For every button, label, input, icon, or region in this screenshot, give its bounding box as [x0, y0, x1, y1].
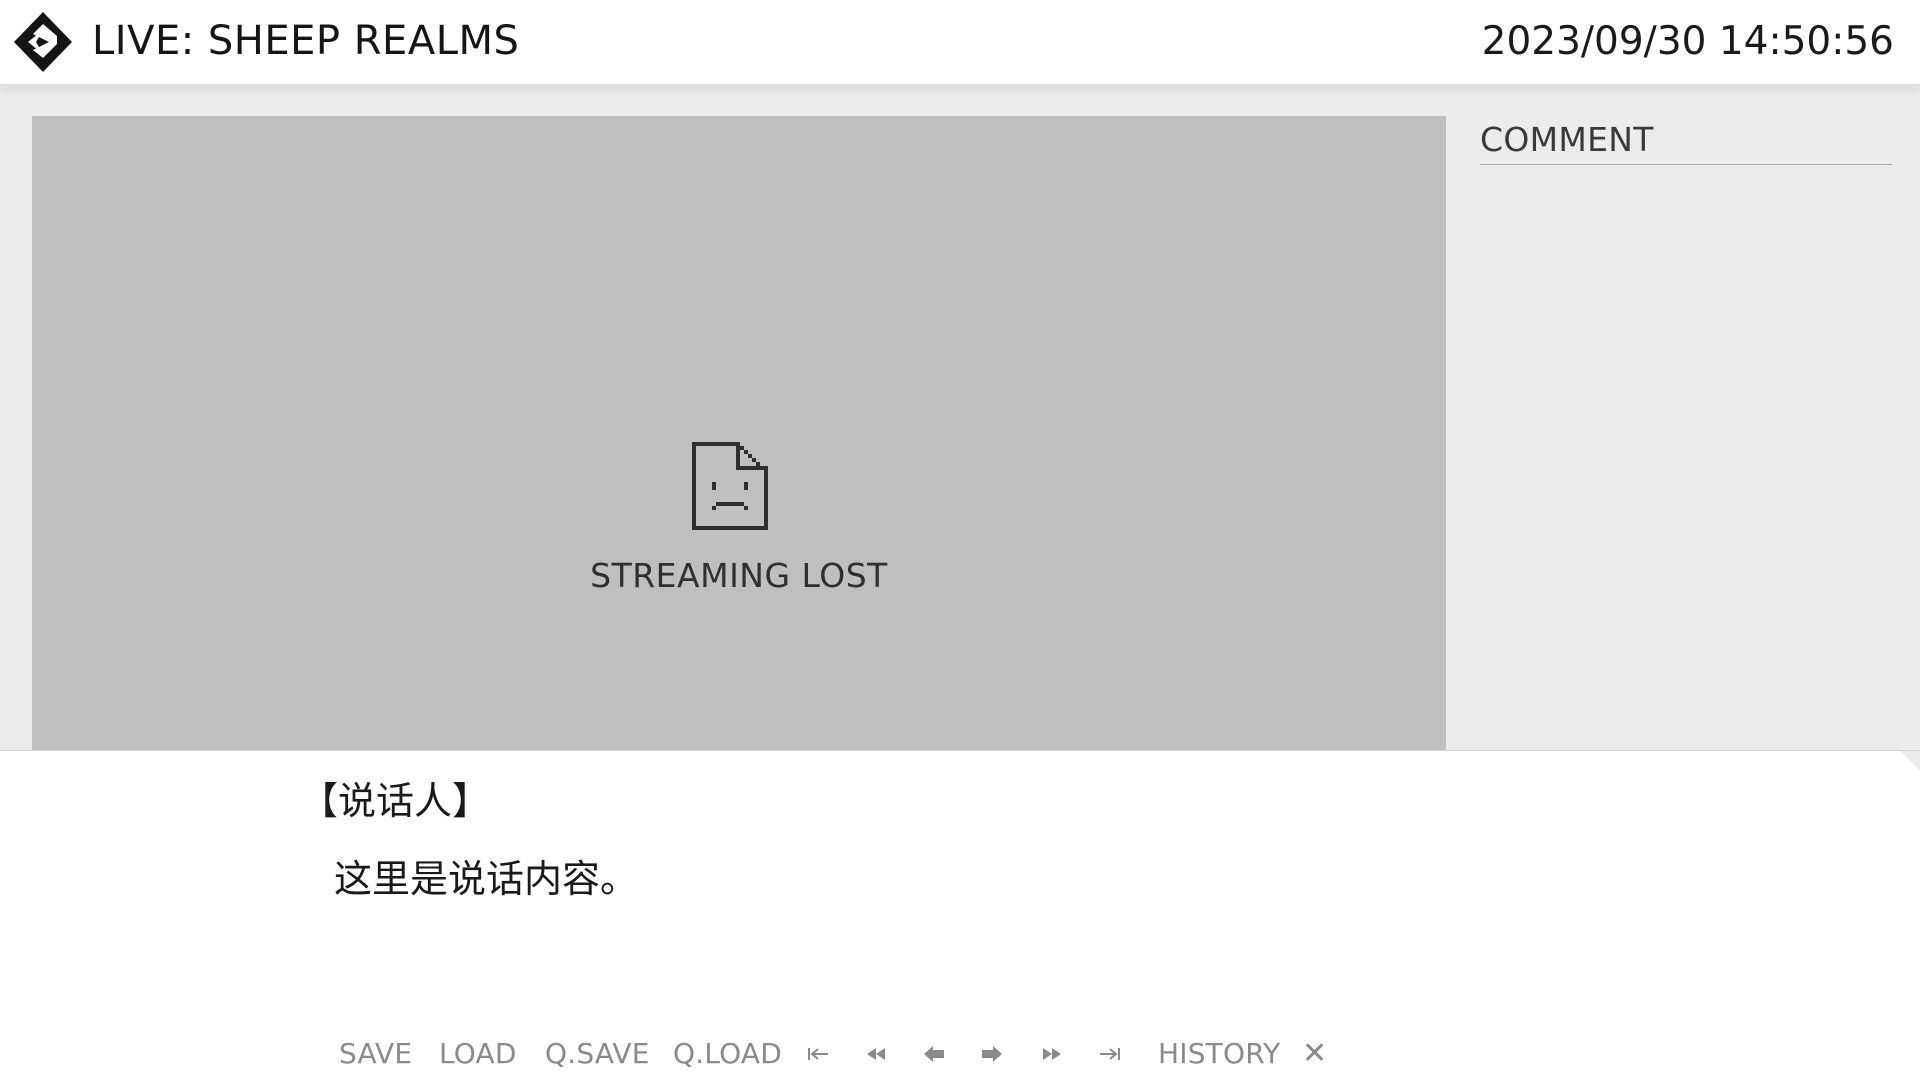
comment-panel-title: COMMENT	[1480, 118, 1892, 165]
page-title: LIVE: SHEEP REALMS	[92, 18, 520, 64]
datetime-display: 2023/09/30 14:50:56	[1481, 19, 1894, 64]
save-button[interactable]: SAVE	[339, 1030, 412, 1078]
back-arrow-icon[interactable]	[922, 1044, 946, 1064]
quick-save-button[interactable]: Q.SAVE	[545, 1030, 650, 1078]
dialogue-text: 这里是说话内容。	[334, 857, 639, 901]
stream-status-text: STREAMING LOST	[590, 556, 888, 595]
history-button[interactable]: HISTORY	[1158, 1030, 1280, 1078]
skip-to-end-icon[interactable]	[1098, 1044, 1122, 1064]
load-button[interactable]: LOAD	[439, 1030, 517, 1078]
forward-arrow-icon[interactable]	[980, 1044, 1004, 1064]
quick-load-button[interactable]: Q.LOAD	[673, 1030, 782, 1078]
diamond-logo-icon	[14, 12, 72, 72]
top-bar: LIVE: SHEEP REALMS 2023/09/30 14:50:56	[0, 0, 1920, 84]
speaker-name: 【说话人】	[300, 779, 491, 823]
sad-file-icon	[692, 442, 768, 530]
dialogue-corner-notch	[1900, 751, 1920, 771]
fast-forward-icon[interactable]	[1040, 1044, 1064, 1064]
close-button[interactable]: ✕	[1302, 1030, 1327, 1078]
fast-rewind-icon[interactable]	[864, 1044, 888, 1064]
skip-to-start-icon[interactable]	[806, 1044, 830, 1064]
quick-menu: SAVE LOAD Q.SAVE Q.LOAD HISTORY ✕	[0, 1030, 1920, 1078]
stream-viewport: STREAMING LOST	[32, 116, 1446, 750]
